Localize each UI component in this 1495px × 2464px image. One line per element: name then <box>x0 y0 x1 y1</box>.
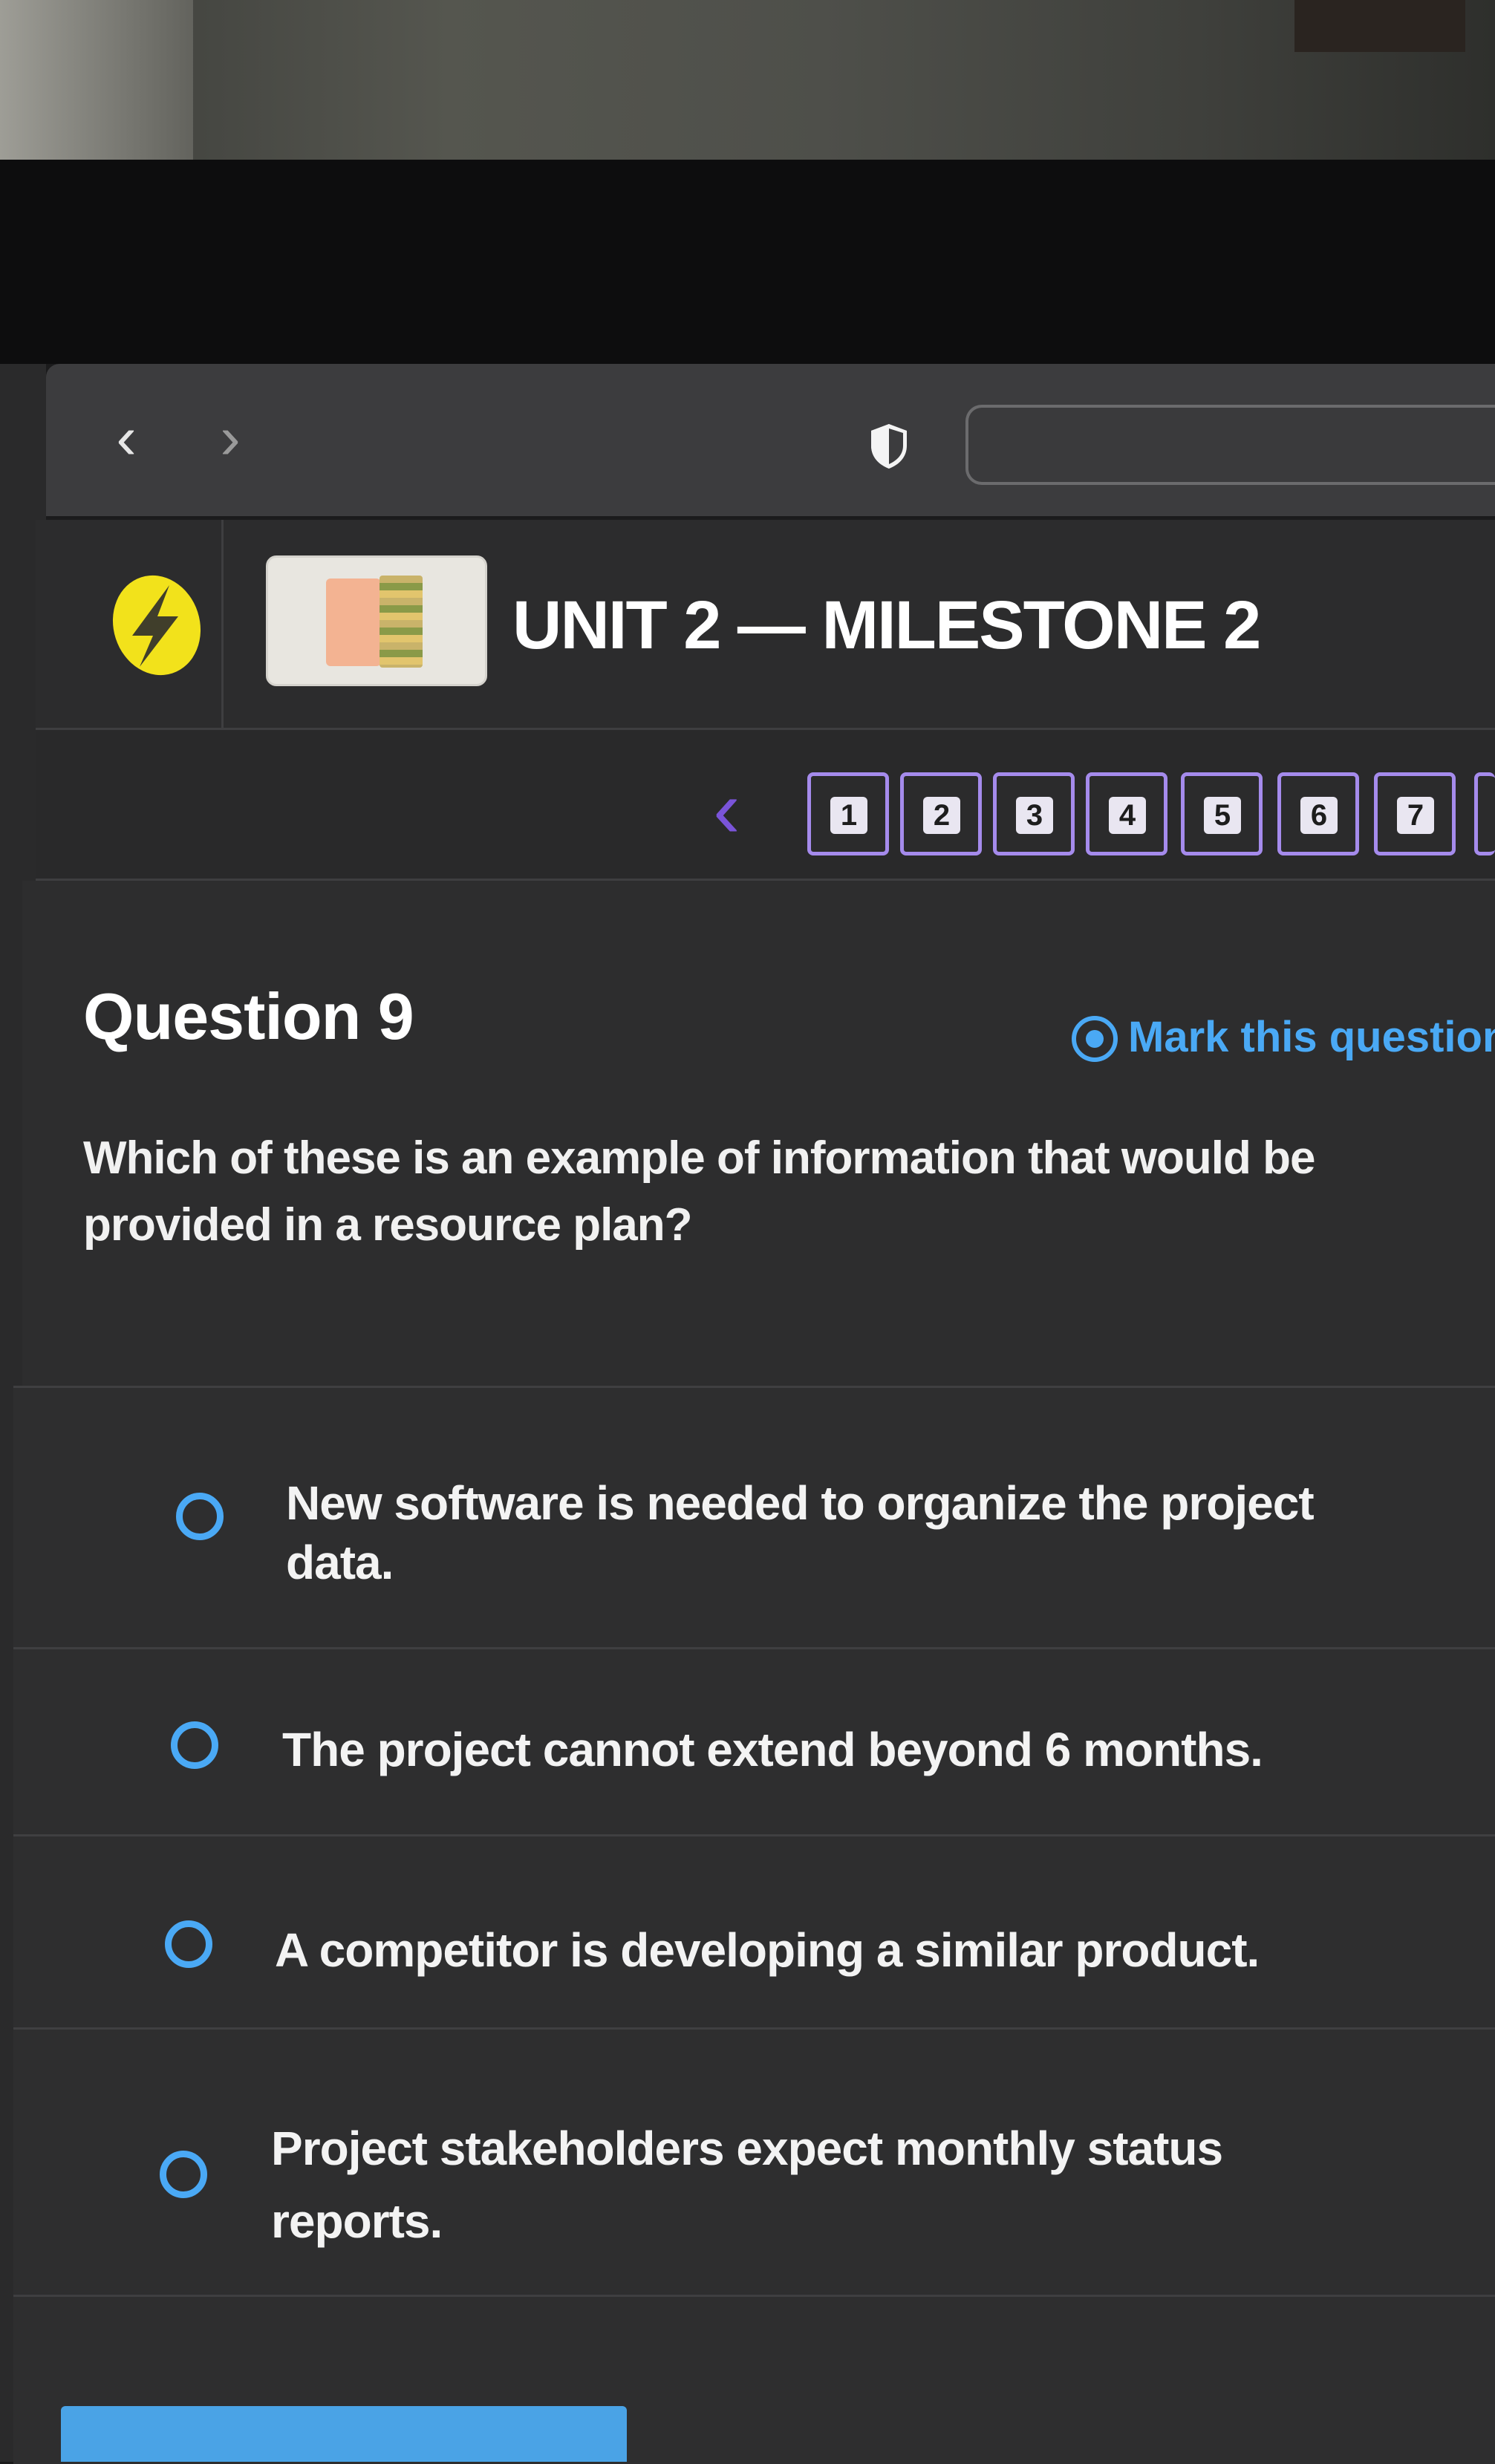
question-number-3[interactable]: 3 <box>993 772 1075 855</box>
thumbnail-book <box>326 578 381 666</box>
question-number-more[interactable] <box>1474 772 1495 855</box>
question-number-label: 1 <box>830 797 867 834</box>
window-light <box>0 0 193 160</box>
question-number-label: 7 <box>1397 797 1434 834</box>
question-number-label: 3 <box>1016 797 1053 834</box>
question-number-label: 6 <box>1300 797 1338 834</box>
screen-bezel <box>0 160 1495 364</box>
shield-icon[interactable] <box>867 422 911 471</box>
address-bar[interactable] <box>965 405 1495 485</box>
submit-button[interactable] <box>61 2406 627 2462</box>
wall-frame <box>1294 0 1465 52</box>
thumbnail-book-spine <box>380 576 423 668</box>
question-number-7[interactable]: 7 <box>1374 772 1456 855</box>
answer-radio-2[interactable] <box>171 1721 218 1769</box>
answer-text-1-line2: data. <box>286 1536 394 1589</box>
answer-text-4-line1: Project stakeholders expect monthly stat… <box>271 2122 1223 2175</box>
question-title: Question 9 <box>83 980 414 1053</box>
question-number-6[interactable]: 6 <box>1277 772 1359 855</box>
course-thumbnail <box>266 555 487 686</box>
question-nav <box>36 730 1495 881</box>
question-number-label: 5 <box>1204 797 1241 834</box>
question-number-4[interactable]: 4 <box>1086 772 1167 855</box>
question-number-label: 4 <box>1109 797 1146 834</box>
answer-radio-1[interactable] <box>176 1493 224 1540</box>
page-title: UNIT 2 — MILESTONE 2 <box>512 587 1261 663</box>
mark-question-label: Mark this question <box>1128 1013 1495 1061</box>
answer-text-2: The project cannot extend beyond 6 month… <box>282 1723 1263 1776</box>
app-logo-icon[interactable] <box>101 572 212 679</box>
question-number-1[interactable]: 1 <box>807 772 889 855</box>
back-icon[interactable]: ‹ <box>100 408 152 469</box>
question-number-label: 2 <box>923 797 960 834</box>
forward-icon[interactable]: › <box>204 408 256 469</box>
chevron-left-icon[interactable]: ‹ <box>713 769 758 850</box>
answer-radio-3[interactable] <box>165 1920 212 1968</box>
background-room <box>0 0 1495 160</box>
question-text: Which of these is an example of informat… <box>83 1132 1315 1251</box>
answer-radio-4[interactable] <box>160 2151 207 2198</box>
question-number-5[interactable]: 5 <box>1181 772 1263 855</box>
radio-target-icon <box>1072 1016 1118 1062</box>
logo-cell <box>36 520 224 728</box>
answer-text-1-line1: New software is needed to organize the p… <box>286 1476 1315 1530</box>
question-number-2[interactable]: 2 <box>900 772 982 855</box>
answer-text-3: A competitor is developing a similar pro… <box>275 1923 1260 1977</box>
answer-text-4-line2: reports. <box>271 2194 443 2248</box>
